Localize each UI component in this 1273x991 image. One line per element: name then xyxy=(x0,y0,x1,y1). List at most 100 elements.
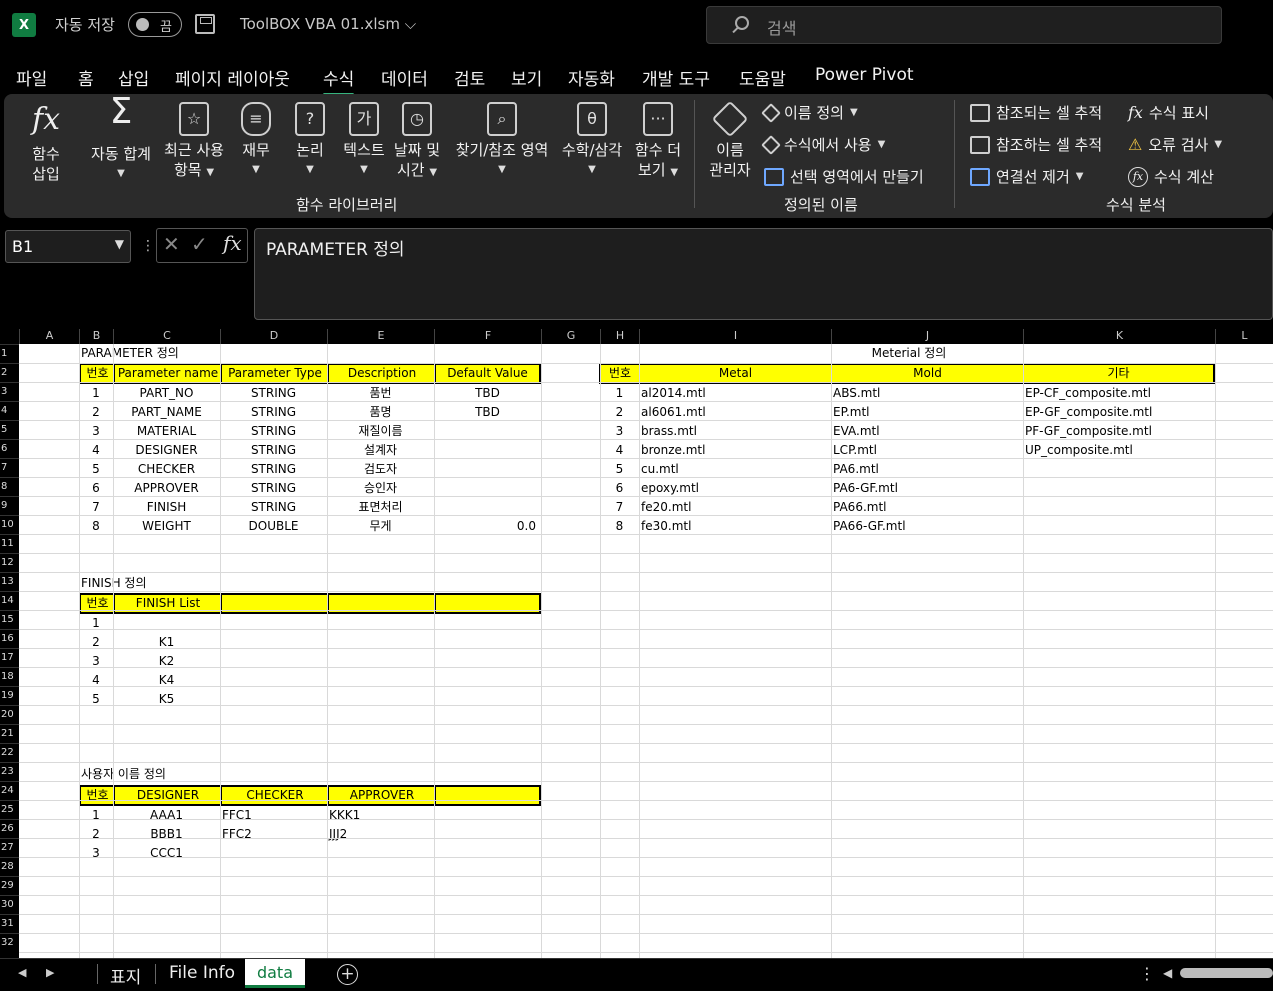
more-functions-button[interactable]: ··· 함수 더 보기 ▼ xyxy=(629,102,687,183)
table-cell[interactable]: K4 xyxy=(113,671,220,690)
table-cell[interactable]: K5 xyxy=(113,690,220,709)
menu-file[interactable]: 파일 xyxy=(16,65,47,90)
table-cell[interactable]: JJJ2 xyxy=(327,825,434,844)
menu-page-layout[interactable]: 페이지 레이아웃 xyxy=(175,65,290,90)
column-header[interactable]: B xyxy=(79,329,113,344)
autosave-toggle[interactable]: 끔 xyxy=(128,12,182,37)
table-cell[interactable]: 3 xyxy=(79,652,113,671)
table-cell[interactable]: 3 xyxy=(79,844,113,863)
table-cell[interactable]: K1 xyxy=(113,633,220,652)
table-cell[interactable]: 2 xyxy=(79,633,113,652)
recently-used-button[interactable]: ☆ 최근 사용 항목 ▼ xyxy=(159,102,229,183)
column-header[interactable]: J xyxy=(831,329,1023,344)
row-header[interactable]: 15 xyxy=(0,610,19,629)
row-header[interactable]: 5 xyxy=(0,420,19,439)
table-cell[interactable]: K2 xyxy=(113,652,220,671)
menu-power-pivot[interactable]: Power Pivot xyxy=(815,65,914,85)
row-header[interactable]: 20 xyxy=(0,705,19,724)
trace-precedents-button[interactable]: 참조되는 셀 추적 xyxy=(970,102,1102,123)
row-header[interactable]: 28 xyxy=(0,857,19,876)
menu-view[interactable]: 보기 xyxy=(511,65,542,90)
column-header[interactable]: I xyxy=(639,329,831,344)
column-header[interactable]: E xyxy=(327,329,434,344)
row-header[interactable]: 25 xyxy=(0,800,19,819)
row-header[interactable]: 8 xyxy=(0,477,19,496)
column-header[interactable]: H xyxy=(600,329,639,344)
autosum-button[interactable]: Σ 자동 합계 ▼ xyxy=(86,94,156,184)
financial-button[interactable]: ≡ 재무 ▼ xyxy=(236,102,276,180)
column-header[interactable]: A xyxy=(19,329,79,344)
row-header[interactable]: 21 xyxy=(0,724,19,743)
menu-review[interactable]: 검토 xyxy=(454,65,485,90)
sheet-tab-file-info[interactable]: File Info xyxy=(169,963,235,983)
row-header[interactable]: 1 xyxy=(0,344,19,363)
sheet-tab-data[interactable]: data xyxy=(245,959,305,988)
confirm-icon[interactable]: ✓ xyxy=(191,232,208,256)
row-header[interactable]: 19 xyxy=(0,686,19,705)
row-header[interactable]: 23 xyxy=(0,762,19,781)
row-header[interactable]: 7 xyxy=(0,458,19,477)
save-icon[interactable] xyxy=(195,14,215,34)
scroll-left-icon[interactable]: ◀ xyxy=(18,966,26,979)
horizontal-scrollbar[interactable] xyxy=(1180,968,1273,978)
show-formulas-button[interactable]: fx 수식 표시 xyxy=(1128,102,1209,123)
logical-button[interactable]: ? 논리 ▼ xyxy=(290,102,330,180)
trace-dependents-button[interactable]: 참조하는 셀 추적 xyxy=(970,134,1102,155)
sheet-tab-cover[interactable]: 표지 xyxy=(110,963,141,988)
menu-home[interactable]: 홈 xyxy=(78,65,94,90)
row-header[interactable]: 31 xyxy=(0,914,19,933)
row-header[interactable]: 11 xyxy=(0,534,19,553)
menu-automate[interactable]: 자동화 xyxy=(568,65,615,90)
table-cell[interactable]: 1 xyxy=(79,806,113,825)
more-options-icon[interactable]: ⋮ xyxy=(1139,964,1155,983)
row-header[interactable]: 16 xyxy=(0,629,19,648)
remove-arrows-button[interactable]: 연결선 제거 ▼ xyxy=(970,166,1083,187)
column-header[interactable]: K xyxy=(1023,329,1215,344)
create-from-selection-button[interactable]: 선택 영역에서 만들기 xyxy=(764,166,924,187)
row-header[interactable]: 27 xyxy=(0,838,19,857)
table-cell[interactable]: CCC1 xyxy=(113,844,220,863)
table-cell[interactable] xyxy=(113,614,220,633)
search-box[interactable]: 검색 xyxy=(706,6,1222,44)
menu-insert[interactable]: 삽입 xyxy=(118,65,149,90)
row-header[interactable]: 12 xyxy=(0,553,19,572)
row-header[interactable]: 10 xyxy=(0,515,19,534)
file-name-dropdown[interactable]: ToolBOX VBA 01.xlsm ⌵ xyxy=(240,15,416,33)
table-cell[interactable] xyxy=(220,844,327,863)
name-manager-button[interactable]: 이름 관리자 xyxy=(704,100,756,180)
add-sheet-icon[interactable]: + xyxy=(337,964,358,985)
row-header[interactable]: 24 xyxy=(0,781,19,800)
cancel-icon[interactable]: ✕ xyxy=(163,232,180,256)
row-header[interactable]: 13 xyxy=(0,572,19,591)
insert-function-button[interactable]: fx 함수 삽입 xyxy=(22,102,70,184)
row-header[interactable]: 4 xyxy=(0,401,19,420)
row-header[interactable]: 14 xyxy=(0,591,19,610)
row-header[interactable]: 3 xyxy=(0,382,19,401)
table-cell[interactable]: AAA1 xyxy=(113,806,220,825)
table-cell[interactable]: KKK1 xyxy=(327,806,434,825)
table-cell[interactable]: FFC2 xyxy=(220,825,327,844)
menu-formulas[interactable]: 수식 xyxy=(323,65,355,96)
row-header[interactable]: 18 xyxy=(0,667,19,686)
row-header[interactable]: 9 xyxy=(0,496,19,515)
menu-developer[interactable]: 개발 도구 xyxy=(642,65,710,90)
column-header[interactable]: D xyxy=(220,329,327,344)
math-button[interactable]: θ 수학/삼각 ▼ xyxy=(557,102,627,180)
datetime-button[interactable]: ◷ 날짜 및 시간 ▼ xyxy=(392,102,442,183)
lookup-button[interactable]: ⌕ 찾기/참조 영역 ▼ xyxy=(450,102,554,180)
row-header[interactable]: 29 xyxy=(0,876,19,895)
more-options-icon[interactable]: ⋮ xyxy=(141,238,155,254)
row-header[interactable]: 32 xyxy=(0,933,19,952)
row-header[interactable]: 6 xyxy=(0,439,19,458)
chevron-down-icon[interactable]: ▼ xyxy=(115,237,124,251)
menu-help[interactable]: 도움말 xyxy=(739,65,786,90)
use-in-formula-button[interactable]: 수식에서 사용 ▼ xyxy=(761,134,885,155)
name-box[interactable]: B1 ▼ xyxy=(5,230,131,263)
error-checking-button[interactable]: ⚠ 오류 검사 ▼ xyxy=(1128,134,1222,155)
formula-input[interactable]: PARAMETER 정의 xyxy=(254,228,1273,320)
row-header[interactable]: 17 xyxy=(0,648,19,667)
column-header[interactable]: G xyxy=(541,329,600,344)
table-cell[interactable]: 5 xyxy=(79,690,113,709)
table-cell[interactable]: 2 xyxy=(79,825,113,844)
row-header[interactable]: 26 xyxy=(0,819,19,838)
